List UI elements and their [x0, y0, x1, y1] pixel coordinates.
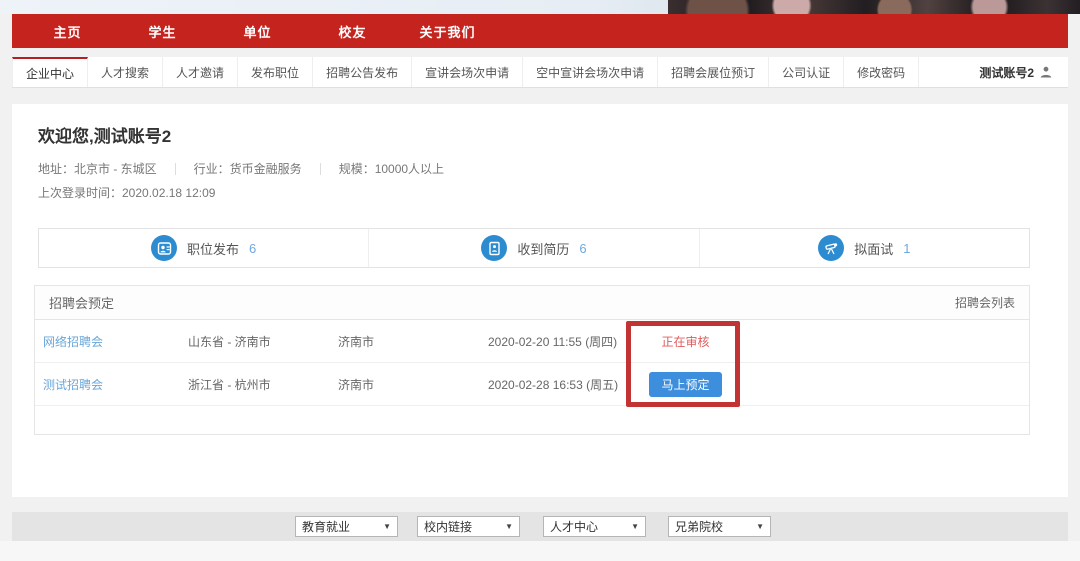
- select-value: 人才中心: [550, 518, 598, 535]
- bottom-strip: [0, 541, 1080, 561]
- tab-fair-booth-booking[interactable]: 招聘会展位预订: [658, 57, 769, 87]
- stats-bar: 职位发布 6 收到简历 6 拟面试 1: [38, 228, 1030, 268]
- table-row: 测试招聘会 浙江省 - 杭州市 济南市 2020-02-28 16:53 (周五…: [35, 363, 1029, 406]
- layout-gap: [12, 88, 1068, 104]
- page: 主页 学生 单位 校友 关于我们 企业中心 人才搜索 人才邀请 发布职位 招聘公…: [0, 0, 1080, 561]
- tab-talent-search[interactable]: 人才搜索: [88, 57, 163, 87]
- fair-region: 浙江省 - 杭州市: [188, 376, 338, 393]
- footer-select-partner-schools[interactable]: 兄弟院校 ▼: [668, 516, 771, 537]
- fair-time: 2020-02-28 16:53 (周五): [488, 376, 628, 393]
- fair-time: 2020-02-20 11:55 (周四): [488, 333, 628, 350]
- book-now-button[interactable]: 马上预定: [649, 372, 721, 397]
- footer-select-education-employment[interactable]: 教育就业 ▼: [295, 516, 398, 537]
- footer-select-talent-center[interactable]: 人才中心 ▼: [543, 516, 646, 537]
- footer-select-campus-links[interactable]: 校内链接 ▼: [417, 516, 520, 537]
- position-badge-icon: [151, 235, 177, 261]
- status-under-review: 正在审核: [661, 335, 709, 349]
- job-fair-panel-header: 招聘会预定 招聘会列表: [35, 286, 1029, 320]
- user-icon: [1040, 66, 1052, 78]
- fair-name-link[interactable]: 网络招聘会: [43, 333, 188, 350]
- stat-resumes-received[interactable]: 收到简历 6: [368, 229, 698, 267]
- panel-title: 招聘会预定: [49, 293, 114, 312]
- company-industry: 行业：货币金融服务: [194, 160, 302, 177]
- company-scale: 规模：10000人以上: [339, 160, 444, 177]
- stat-value: 6: [579, 241, 586, 256]
- fair-name-link[interactable]: 测试招聘会: [43, 376, 188, 393]
- chevron-down-icon: ▼: [756, 522, 764, 531]
- job-fair-panel: 招聘会预定 招聘会列表 网络招聘会 山东省 - 济南市 济南市 2020-02-…: [34, 285, 1030, 435]
- stat-label: 职位发布: [187, 239, 239, 258]
- select-value: 兄弟院校: [675, 518, 723, 535]
- footer-band: [12, 512, 1068, 541]
- tab-online-info-session-apply[interactable]: 空中宣讲会场次申请: [523, 57, 658, 87]
- stat-positions-posted[interactable]: 职位发布 6: [39, 229, 368, 267]
- main-nav: 主页 学生 单位 校友 关于我们: [12, 14, 1068, 48]
- chevron-down-icon: ▼: [631, 522, 639, 531]
- nav-item-students[interactable]: 学生: [115, 22, 210, 41]
- tab-enterprise-center[interactable]: 企业中心: [12, 57, 88, 87]
- stat-label: 拟面试: [854, 239, 893, 258]
- company-info-line: 地址：北京市 - 东城区 行业：货币金融服务 规模：10000人以上: [38, 160, 444, 177]
- chevron-down-icon: ▼: [505, 522, 513, 531]
- welcome-title: 欢迎您,测试账号2: [38, 122, 171, 147]
- nav-item-employers[interactable]: 单位: [210, 22, 305, 41]
- tab-recruit-announcement[interactable]: 招聘公告发布: [313, 57, 412, 87]
- fair-status: 正在审核: [628, 333, 743, 350]
- table-row: 网络招聘会 山东省 - 济南市 济南市 2020-02-20 11:55 (周四…: [35, 320, 1029, 363]
- nav-item-about[interactable]: 关于我们: [400, 22, 495, 41]
- divider: [175, 163, 176, 175]
- fair-city: 济南市: [338, 376, 488, 393]
- fair-list-link[interactable]: 招聘会列表: [955, 294, 1015, 311]
- interview-telescope-icon: [818, 235, 844, 261]
- company-address: 地址：北京市 - 东城区: [38, 160, 157, 177]
- tab-post-job[interactable]: 发布职位: [238, 57, 313, 87]
- select-value: 校内链接: [424, 518, 472, 535]
- tab-change-password[interactable]: 修改密码: [844, 57, 919, 87]
- fair-city: 济南市: [338, 333, 488, 350]
- nav-item-home[interactable]: 主页: [20, 22, 115, 41]
- banner-photo: [668, 0, 1080, 14]
- stat-label: 收到简历: [517, 239, 569, 258]
- chevron-down-icon: ▼: [383, 522, 391, 531]
- tab-company-verify[interactable]: 公司认证: [769, 57, 844, 87]
- nav-item-alumni[interactable]: 校友: [305, 22, 400, 41]
- last-login-time: 上次登录时间：2020.02.18 12:09: [38, 184, 215, 201]
- account-menu[interactable]: 测试账号2: [963, 57, 1068, 87]
- fair-status: 马上预定: [628, 372, 743, 397]
- tab-talent-invite[interactable]: 人才邀请: [163, 57, 238, 87]
- stat-value: 1: [903, 241, 910, 256]
- stat-planned-interviews[interactable]: 拟面试 1: [699, 229, 1029, 267]
- tab-info-session-apply[interactable]: 宣讲会场次申请: [412, 57, 523, 87]
- divider: [320, 163, 321, 175]
- secondary-menu: 企业中心 人才搜索 人才邀请 发布职位 招聘公告发布 宣讲会场次申请 空中宣讲会…: [12, 57, 1068, 88]
- fair-region: 山东省 - 济南市: [188, 333, 338, 350]
- account-name: 测试账号2: [979, 64, 1034, 81]
- resume-document-icon: [481, 235, 507, 261]
- select-value: 教育就业: [302, 518, 350, 535]
- top-banner-strip: [0, 0, 1080, 14]
- stat-value: 6: [249, 241, 256, 256]
